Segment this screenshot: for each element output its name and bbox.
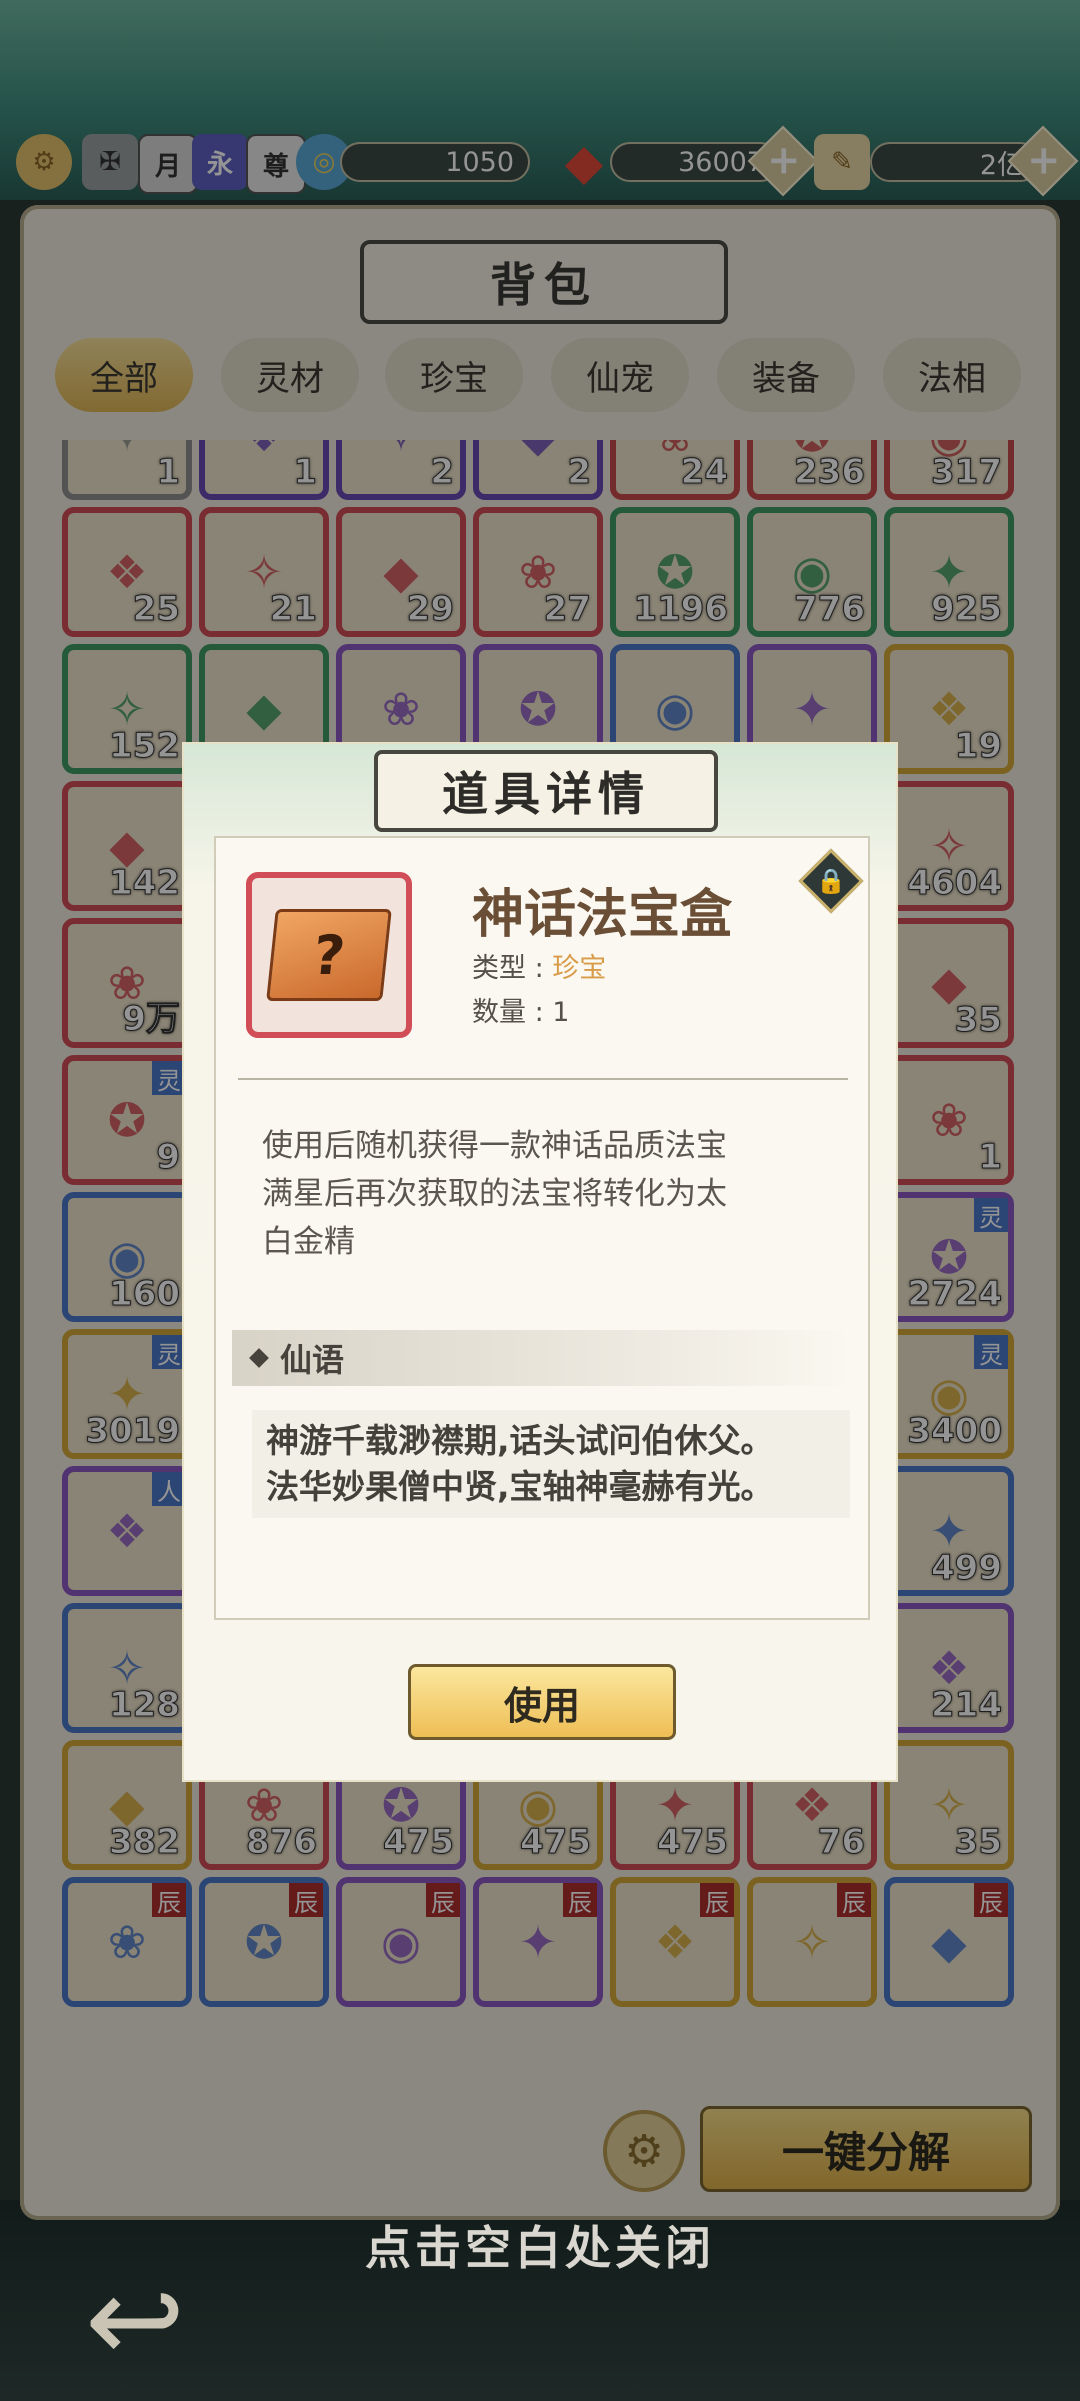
- description-line: 白金精: [262, 1224, 355, 1260]
- item-quantity: 数量 : 1: [472, 997, 570, 1028]
- diamond-icon: [249, 1348, 269, 1368]
- item-description: 使用后随机获得一款神话品质法宝 满星后再次获取的法宝将转化为太 白金精: [262, 1122, 782, 1266]
- back-arrow-icon[interactable]: ↩: [40, 2251, 230, 2390]
- treasure-box-icon: ?: [266, 909, 392, 1001]
- item-type: 类型 : 珍宝: [472, 946, 606, 985]
- lock-icon[interactable]: 🔒: [798, 848, 864, 914]
- description-line: 使用后随机获得一款神话品质法宝: [262, 1128, 727, 1164]
- item-detail-card: ? 神话法宝盒 类型 : 珍宝 数量 : 1 🔒 使用后随机获得一款神话品质法宝…: [214, 836, 870, 1620]
- lore-section-title: 仙语: [280, 1341, 345, 1379]
- lore-section-header: 仙语: [232, 1330, 852, 1386]
- item-detail-modal: 道具详情 ? 神话法宝盒 类型 : 珍宝 数量 : 1 🔒 使用后随机获得一款神…: [184, 744, 896, 1780]
- poem-line: 法华妙果僧中贤,宝轴神毫赫有光。: [266, 1467, 774, 1506]
- description-line: 满星后再次获取的法宝将转化为太: [262, 1176, 727, 1212]
- modal-title: 道具详情: [374, 750, 718, 832]
- type-value: 珍宝: [552, 953, 607, 984]
- lore-poem: 神游千载渺襟期,话头试问伯休父。 法华妙果僧中贤,宝轴神毫赫有光。: [252, 1410, 850, 1518]
- use-button[interactable]: 使用: [408, 1664, 676, 1740]
- poem-line: 神游千载渺襟期,话头试问伯休父。: [266, 1421, 774, 1460]
- item-icon: ?: [246, 872, 412, 1038]
- item-name: 神话法宝盒: [472, 885, 733, 945]
- divider: [238, 1078, 848, 1080]
- type-label: 类型 :: [472, 953, 553, 984]
